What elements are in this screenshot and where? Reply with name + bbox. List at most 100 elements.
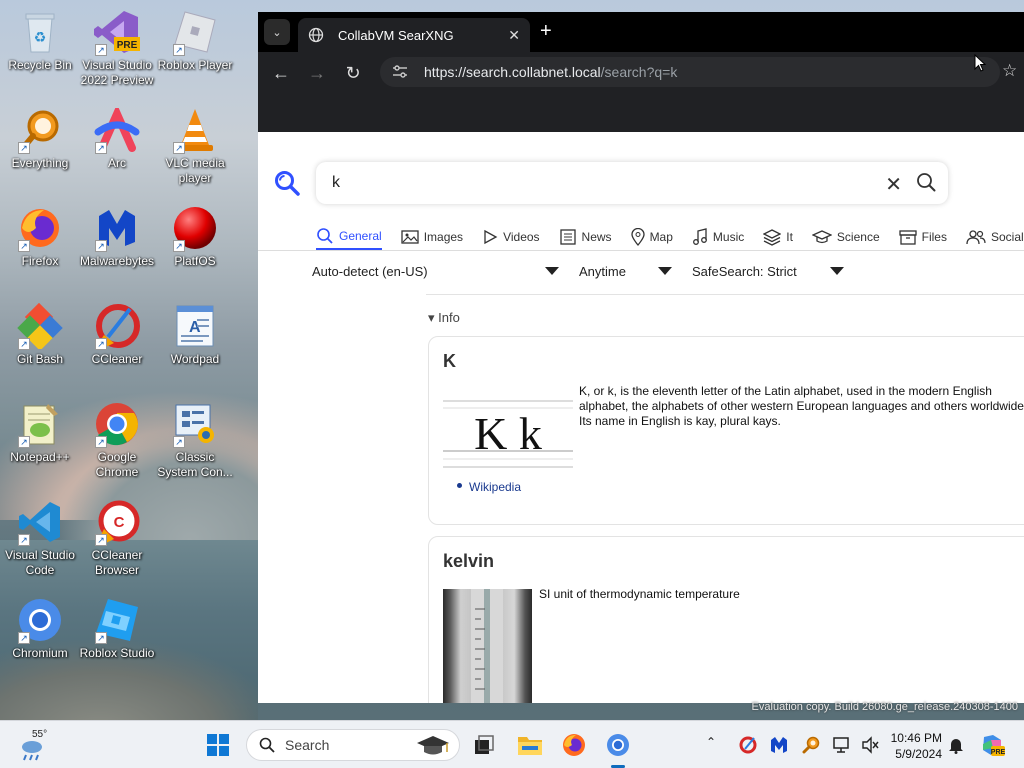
desktop-icon-label: CCleaner Browser <box>91 548 143 577</box>
globe-favicon-icon <box>308 27 324 43</box>
system-clock[interactable]: 10:46 PM 5/9/2024 <box>884 730 942 762</box>
time-range-select[interactable]: Anytime <box>579 264 672 279</box>
desktop-icon-label: VLC media player <box>165 156 225 185</box>
desktop-icon-firefox[interactable]: ↗ Firefox <box>0 204 80 269</box>
taskbar-search[interactable]: Search <box>246 729 460 761</box>
tray-volume[interactable] <box>856 731 884 759</box>
desktop-icon-ccleaner[interactable]: ↗ CCleaner <box>77 302 157 367</box>
desktop-icon-git-bash[interactable]: ↗ Git Bash <box>0 302 80 367</box>
desktop-icon-label: Wordpad <box>170 352 220 366</box>
notepadpp-icon: ↗ <box>16 400 64 448</box>
tab-videos[interactable]: Videos <box>482 224 540 250</box>
tab-map[interactable]: Map <box>630 224 673 250</box>
tab-title: CollabVM SearXNG <box>338 27 454 43</box>
tray-malwarebytes[interactable] <box>765 731 793 759</box>
infobox-description: K, or k, is the eleventh letter of the L… <box>579 384 1024 428</box>
time-range-value: Anytime <box>579 264 626 279</box>
desktop-icon-vscode[interactable]: ↗ Visual Studio Code <box>0 498 80 578</box>
tab-science[interactable]: Science <box>811 224 880 250</box>
bookmark-star-icon[interactable]: ☆ <box>1002 61 1017 81</box>
taskbar-chromium[interactable] <box>604 731 632 759</box>
tab-music[interactable]: Music <box>692 224 744 250</box>
tab-search-button[interactable]: ⌄ <box>264 19 290 45</box>
desktop-icon-platfos[interactable]: ↗ PlatfOS <box>155 204 235 269</box>
notifications-button[interactable] <box>942 731 970 759</box>
desktop-icon-label: CCleaner <box>91 352 143 366</box>
chrome-icon: ↗ <box>93 400 141 448</box>
info-toggle[interactable]: ▾ Info <box>428 310 460 326</box>
malwarebytes-icon <box>771 737 787 753</box>
search-query: k <box>332 174 340 191</box>
site-settings-icon[interactable] <box>392 64 408 80</box>
task-view-button[interactable] <box>470 731 498 759</box>
taskbar-file-explorer[interactable] <box>516 731 544 759</box>
desktop-icon-ccleaner-browser[interactable]: C ↗ CCleaner Browser <box>77 498 157 578</box>
reload-icon: ↻ <box>345 62 361 83</box>
new-tab-button[interactable]: + <box>540 21 552 41</box>
close-tab-icon[interactable]: ✕ <box>508 27 520 44</box>
search-submit-icon[interactable] <box>916 172 936 197</box>
newspaper-icon <box>559 229 577 245</box>
back-button[interactable]: ← <box>270 62 292 84</box>
tab-active[interactable]: CollabVM SearXNG ✕ <box>298 18 530 52</box>
tray-everything[interactable] <box>797 731 825 759</box>
infobox: K K k K, or k, is the eleventh letter of… <box>428 336 1024 525</box>
arrow-right-icon: → <box>308 62 326 83</box>
caret-down-icon <box>658 266 672 278</box>
svg-text:C: C <box>114 514 125 531</box>
tab-general[interactable]: General <box>316 224 382 250</box>
desktop-icon-arc[interactable]: ↗ Arc <box>77 106 157 171</box>
desktop-icon-label: Visual Studio Code <box>5 548 75 577</box>
desktop-icon-label: Firefox <box>21 254 59 268</box>
clear-search-icon[interactable]: ✕ <box>885 172 902 197</box>
weather-widget[interactable]: 55° <box>18 729 58 761</box>
desktop-icon-chromium[interactable]: ↗ Chromium <box>0 596 80 661</box>
searxng-logo-icon[interactable] <box>274 170 300 201</box>
desktop-icon-notepadpp[interactable]: ↗ Notepad++ <box>0 400 80 465</box>
show-hidden-icons-button[interactable]: ⌃ <box>706 735 716 749</box>
everything-search-icon: ↗ <box>16 106 64 154</box>
info-label: Info <box>438 310 460 325</box>
desktop-icon-roblox-player[interactable]: ↗ Roblox Player <box>155 8 235 73</box>
wikipedia-link[interactable]: Wikipedia <box>469 480 521 494</box>
everything-search-icon <box>802 736 820 754</box>
desktop-icon-label: PlatfOS <box>174 254 216 268</box>
address-bar[interactable]: https://search.collabnet.local/search?q=… <box>380 57 1000 87</box>
reload-button[interactable]: ↻ <box>342 62 364 84</box>
desktop-icon-visual-studio-preview[interactable]: PRE ↗ Visual Studio 2022 Preview <box>77 8 157 88</box>
desktop-icon-recycle-bin[interactable]: ♻ Recycle Bin <box>0 8 80 73</box>
desktop-icon-label: Chromium <box>12 646 68 660</box>
safesearch-select[interactable]: SafeSearch: Strict <box>692 264 844 279</box>
tray-ccleaner[interactable] <box>734 731 762 759</box>
desktop-icon-vlc[interactable]: ↗ VLC media player <box>155 106 235 186</box>
thermometer-image <box>443 589 532 703</box>
tab-social[interactable]: Social <box>966 224 1024 250</box>
tab-news[interactable]: News <box>559 224 612 250</box>
roblox-player-icon: ↗ <box>171 8 219 56</box>
vlc-cone-icon: ↗ <box>171 106 219 154</box>
language-select[interactable]: Auto-detect (en-US) <box>312 264 559 279</box>
chromium-icon: ↗ <box>16 596 64 644</box>
taskbar-firefox[interactable] <box>560 731 588 759</box>
tray-network[interactable] <box>828 731 856 759</box>
tab-it[interactable]: It <box>763 224 793 250</box>
tab-strip: ⌄ CollabVM SearXNG ✕ + <box>258 12 1024 52</box>
desktop-icon-classic-system-control[interactable]: ↗ Classic System Con... <box>155 400 235 480</box>
tab-files[interactable]: Files <box>898 224 947 250</box>
desktop-icon-roblox-studio[interactable]: ↗ Roblox Studio <box>77 596 157 661</box>
weather-temperature: 55° <box>32 729 48 740</box>
desktop-icon-wordpad[interactable]: A Wordpad <box>155 302 235 367</box>
desktop-icon-everything[interactable]: ↗ Everything <box>0 106 80 171</box>
tab-images[interactable]: Images <box>401 224 463 250</box>
desktop-icon-malwarebytes[interactable]: ↗ Malwarebytes <box>77 204 157 269</box>
results-divider <box>426 294 1024 295</box>
caret-down-icon <box>830 266 844 278</box>
start-button[interactable] <box>204 731 232 759</box>
archive-icon <box>898 229 917 245</box>
infobox: kelvin SI unit of thermodynamic temperat… <box>428 536 1024 703</box>
desktop-icon-google-chrome[interactable]: ↗ Google Chrome <box>77 400 157 480</box>
forward-button[interactable]: → <box>306 62 328 84</box>
copilot-button[interactable]: PRE <box>978 731 1006 759</box>
safesearch-value: SafeSearch: Strict <box>692 264 797 279</box>
search-input[interactable]: k ✕ <box>316 162 948 204</box>
